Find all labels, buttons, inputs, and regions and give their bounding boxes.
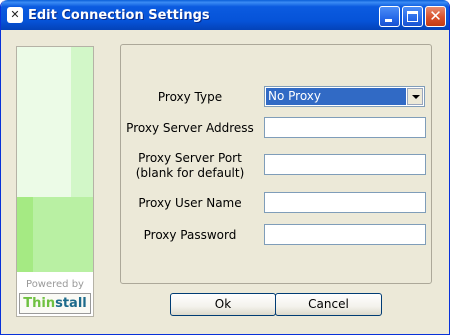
proxy-server-port-hint: (blank for default) — [135, 166, 245, 180]
proxy-password-input[interactable] — [264, 224, 426, 245]
close-button[interactable]: ✕ — [425, 6, 446, 27]
powered-by-text: Powered by — [26, 279, 84, 290]
brand-panel: Powered by Thinstall — [16, 46, 94, 317]
proxy-server-port-label: Proxy Server Port — [138, 151, 242, 165]
minimize-icon — [385, 19, 392, 22]
title-bar[interactable]: ✕ Edit Connection Settings ✕ — [1, 0, 449, 30]
proxy-server-address-input[interactable] — [264, 117, 426, 138]
proxy-user-name-label: Proxy User Name — [138, 196, 242, 210]
proxy-type-selected-value: No Proxy — [266, 88, 406, 105]
proxy-password-label: Proxy Password — [143, 228, 237, 242]
proxy-user-name-input[interactable] — [264, 192, 426, 213]
proxy-type-label: Proxy Type — [157, 90, 223, 104]
brand-graphic-block — [33, 197, 93, 272]
dialog-window: ✕ Edit Connection Settings ✕ Powered by … — [0, 0, 450, 335]
ok-button[interactable]: Ok — [170, 293, 276, 316]
thinstall-logo: Thinstall — [19, 293, 91, 314]
close-icon: ✕ — [429, 7, 442, 25]
app-icon: ✕ — [7, 7, 23, 23]
logo-text-part2: stall — [55, 296, 87, 311]
window-title: Edit Connection Settings — [28, 8, 210, 23]
brand-graphic-block — [17, 197, 33, 272]
brand-graphic-block — [71, 47, 93, 197]
maximize-button[interactable] — [402, 6, 423, 27]
chevron-down-icon[interactable] — [407, 88, 423, 105]
proxy-type-select[interactable]: No Proxy — [264, 86, 425, 107]
maximize-icon — [407, 11, 418, 22]
cancel-button[interactable]: Cancel — [275, 293, 382, 316]
brand-graphic-block — [17, 47, 71, 197]
proxy-server-port-input[interactable] — [264, 154, 426, 175]
proxy-server-address-label: Proxy Server Address — [126, 121, 254, 135]
logo-text-part1: Thin — [23, 296, 56, 311]
minimize-button[interactable] — [379, 6, 400, 27]
